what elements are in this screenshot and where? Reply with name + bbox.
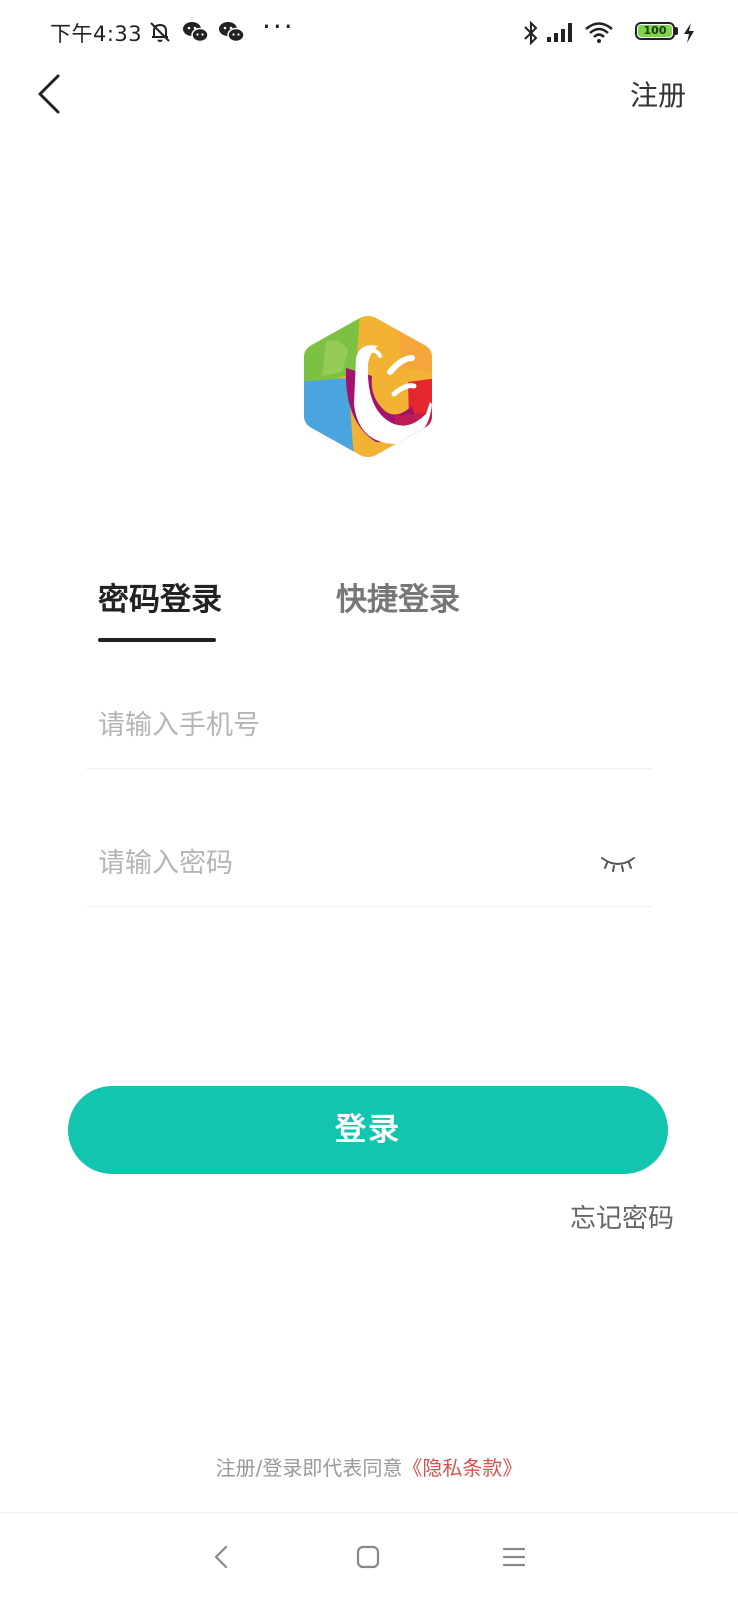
wechat-icon [218,20,246,48]
status-time: 下午4:33 [50,22,143,46]
phone-input[interactable] [96,698,580,752]
bluetooth-icon [522,20,540,50]
back-button[interactable] [26,66,76,122]
charging-icon [682,22,696,48]
status-more-icon: ··· [262,10,295,43]
nav-menu-icon[interactable] [492,1535,536,1579]
nav-back-icon[interactable] [200,1535,244,1579]
tab-password-login[interactable]: 密码登录 [98,574,222,619]
password-field [86,826,652,907]
tab-quick-login[interactable]: 快捷登录 [336,574,460,619]
nav-home-icon[interactable] [346,1535,390,1579]
eye-closed-icon[interactable] [600,854,636,874]
battery-indicator: 100 [635,22,675,40]
wifi-icon [584,20,614,48]
system-nav-bar [0,1512,738,1600]
login-button[interactable]: 登录 [68,1086,668,1174]
active-tab-indicator [98,638,216,642]
status-bar: 下午4:33 ··· 100 [0,0,738,64]
register-link[interactable]: 注册 [630,74,686,114]
phone-field [86,688,652,769]
forgot-password-link[interactable]: 忘记密码 [570,1198,674,1235]
app-logo [298,312,438,460]
login-screen: 下午4:33 ··· 100 注册 密码登录 快捷登录 请输入手机号 登录 忘记… [0,0,738,1600]
agreement-prefix: 注册/登录即代表同意 [215,1456,403,1480]
mute-bell-icon [148,20,172,48]
agreement-text: 注册/登录即代表同意《隐私条款》 [0,1452,738,1481]
chevron-left-icon [38,74,60,114]
privacy-terms-link[interactable]: 《隐私条款》 [402,1456,522,1480]
battery-tip [675,27,678,35]
battery-level: 100 [638,25,672,37]
signal-icon [546,20,576,48]
wechat-icon [182,20,210,48]
password-input[interactable] [96,836,580,890]
